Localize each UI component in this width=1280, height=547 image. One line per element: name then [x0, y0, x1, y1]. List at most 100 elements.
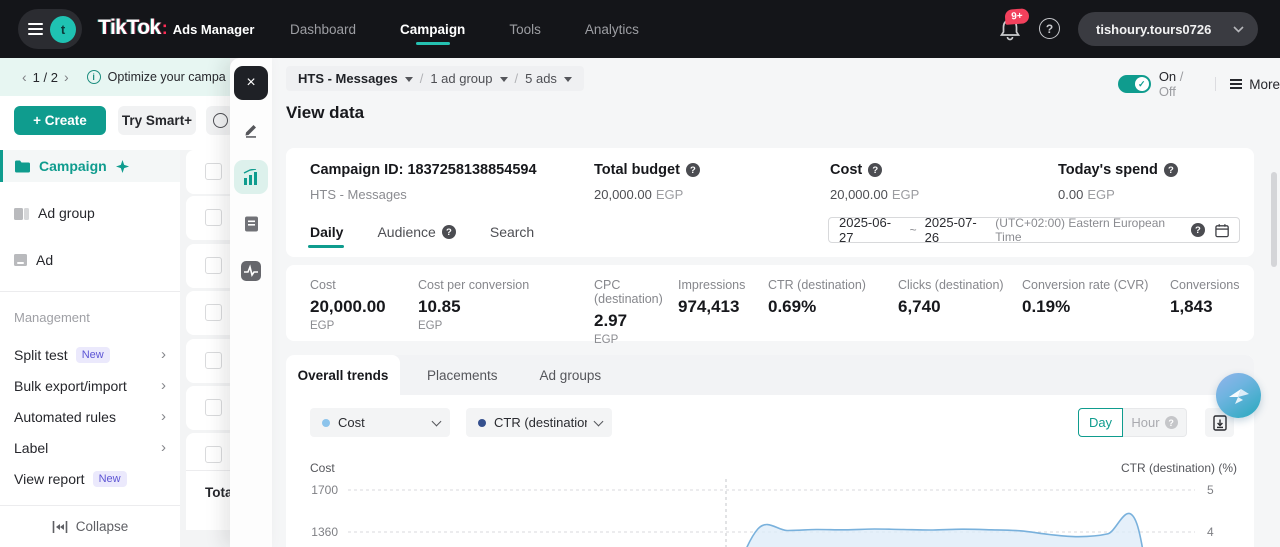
more-label: More	[1249, 77, 1280, 92]
tab-placements[interactable]: Placements	[413, 368, 512, 383]
todays-spend-value: 0.00	[1058, 187, 1083, 202]
row-checkbox[interactable]	[205, 304, 222, 321]
right-tick-4: 4	[1207, 525, 1214, 539]
caret-down-icon[interactable]	[564, 77, 572, 82]
breadcrumb-ads[interactable]: 5 ads	[525, 71, 557, 86]
account-name: tishoury.tours0726	[1096, 22, 1211, 37]
sidebar-item-label[interactable]: Label ›	[0, 432, 180, 463]
nav-campaign-label: Campaign	[400, 22, 465, 37]
automated-rules-label: Automated rules	[14, 409, 116, 425]
metric-cpc-destination: CPC (destination)2.97EGP	[594, 278, 678, 341]
chevron-right-icon: ›	[161, 346, 166, 363]
total-budget-value: 20,000.00	[594, 187, 652, 202]
edit-tool-button[interactable]	[234, 113, 268, 147]
help-icon[interactable]: ?	[442, 225, 456, 239]
breadcrumb-campaign[interactable]: HTS - Messages	[298, 71, 398, 86]
sidebar-item-ad[interactable]: Ad	[0, 244, 180, 276]
hour-label: Hour	[1131, 415, 1159, 430]
campaign-summary-card: Campaign ID: 1837258138854594 HTS - Mess…	[286, 148, 1254, 257]
tab-overall-trends[interactable]: Overall trends	[286, 355, 400, 395]
total-budget-label: Total budget	[594, 162, 680, 178]
nav-dashboard[interactable]: Dashboard	[288, 1, 358, 58]
breadcrumb-ad-group[interactable]: 1 ad group	[430, 71, 492, 86]
try-smart-button[interactable]: Try Smart+	[118, 106, 196, 135]
nav-campaign[interactable]: Campaign	[398, 1, 467, 58]
calendar-icon	[1215, 223, 1229, 238]
vertical-divider	[1215, 77, 1216, 91]
help-icon[interactable]: ?	[868, 163, 882, 177]
sidebar-promo-banner: ‹ 1 / 2 › i Optimize your campa	[0, 58, 230, 96]
main-menu-pill[interactable]: t	[18, 9, 82, 49]
metric-selector-ctr[interactable]: CTR (destination	[466, 408, 612, 437]
selector-ctr-label: CTR (destination	[494, 415, 587, 430]
tiktok-ads-manager-logo: TikTok : Ads Manager	[98, 16, 254, 40]
sidebar-item-ad-group[interactable]: Ad group	[0, 197, 180, 229]
metric-cost: Cost20,000.00EGP	[310, 278, 418, 341]
bar-chart-icon	[243, 169, 260, 185]
trends-card: Overall trends Placements Ad groups Cost…	[286, 355, 1254, 547]
vertical-scrollbar-thumb[interactable]	[1271, 172, 1277, 267]
more-button[interactable]: More	[1230, 77, 1280, 92]
campaign-name: HTS - Messages	[310, 187, 537, 202]
close-drawer-button[interactable]: ×	[234, 66, 268, 100]
collapse-icon	[52, 521, 68, 533]
sidebar-item-ad-group-label: Ad group	[38, 205, 95, 221]
notifications-button[interactable]: 9+	[999, 17, 1025, 43]
toggle-check-icon: ✓	[1135, 77, 1149, 91]
ad-icon	[14, 253, 27, 267]
granularity-hour-button[interactable]: Hour ?	[1123, 408, 1187, 437]
table-peek-column: Tota	[180, 150, 230, 547]
cost-block: Cost? 20,000.00EGP	[830, 162, 919, 202]
sidebar-item-view-report[interactable]: View report New	[0, 463, 180, 494]
avatar[interactable]: t	[50, 16, 76, 43]
sidebar-item-automated-rules[interactable]: Automated rules ›	[0, 401, 180, 432]
create-button[interactable]: + Create	[14, 106, 106, 135]
currency-unit: EGP	[656, 187, 683, 202]
row-checkbox[interactable]	[205, 352, 222, 369]
tab-audience[interactable]: Audience?	[377, 224, 455, 248]
metric-cost-per-conversion: Cost per conversion10.85EGP	[418, 278, 594, 341]
campaign-on-off-toggle[interactable]: ✓	[1118, 75, 1151, 93]
sidebar-item-bulk-export-import[interactable]: Bulk export/import ›	[0, 370, 180, 401]
hamburger-icon[interactable]	[28, 20, 43, 38]
left-tick-1700: 1700	[311, 483, 338, 497]
help-icon[interactable]: ?	[1164, 163, 1178, 177]
pager-next-icon[interactable]: ›	[58, 69, 75, 85]
help-button[interactable]: ?	[1039, 18, 1060, 39]
metric-conversion-rate: Conversion rate (CVR)0.19%	[1022, 278, 1170, 341]
tab-ad-groups[interactable]: Ad groups	[526, 368, 616, 383]
granularity-day-button[interactable]: Day	[1078, 408, 1123, 437]
end-date: 2025-07-26	[925, 215, 988, 245]
row-checkbox[interactable]	[205, 446, 222, 463]
help-icon[interactable]: ?	[1191, 223, 1205, 237]
tab-search[interactable]: Search	[490, 224, 534, 248]
left-axis-title: Cost	[310, 461, 335, 475]
view-data-tool-button[interactable]	[234, 160, 268, 194]
pager-prev-icon[interactable]: ‹	[0, 69, 33, 85]
table-total-row-peek: Tota	[186, 470, 230, 530]
smart-assistant-floating-button[interactable]	[1216, 373, 1261, 418]
nav-tools[interactable]: Tools	[507, 1, 543, 58]
report-tool-button[interactable]	[234, 207, 268, 241]
row-checkbox[interactable]	[205, 163, 222, 180]
account-dropdown[interactable]: tishoury.tours0726	[1078, 12, 1258, 46]
metric-selector-cost[interactable]: Cost	[310, 408, 450, 437]
caret-down-icon[interactable]	[405, 77, 413, 82]
tab-daily[interactable]: Daily	[310, 224, 343, 248]
row-checkbox[interactable]	[205, 209, 222, 226]
help-icon[interactable]: ?	[686, 163, 700, 177]
sidebar-divider	[0, 291, 180, 292]
diagnostics-tool-button[interactable]	[234, 254, 268, 288]
row-checkbox[interactable]	[205, 399, 222, 416]
document-icon	[244, 216, 259, 232]
collapse-sidebar-button[interactable]: Collapse	[0, 505, 180, 547]
chevron-down-icon	[1233, 26, 1244, 33]
row-checkbox[interactable]	[205, 257, 222, 274]
sidebar-item-campaign[interactable]: Campaign	[0, 150, 180, 182]
campaign-id: Campaign ID: 1837258138854594	[310, 162, 537, 178]
nav-analytics[interactable]: Analytics	[583, 1, 641, 58]
date-range-picker[interactable]: 2025-06-27 ~ 2025-07-26 (UTC+02:00) East…	[828, 217, 1240, 243]
clock-icon	[213, 113, 228, 128]
caret-down-icon[interactable]	[500, 77, 508, 82]
sidebar-item-split-test[interactable]: Split test New ›	[0, 339, 180, 370]
